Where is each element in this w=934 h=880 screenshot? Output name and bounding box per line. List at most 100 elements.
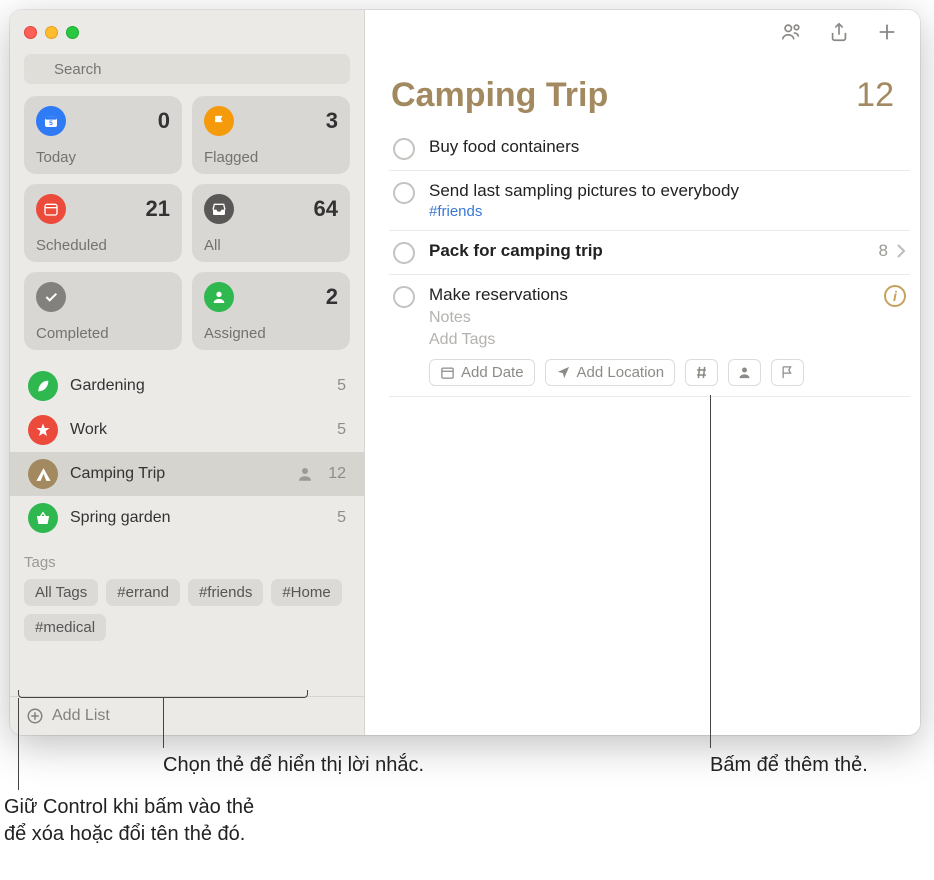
- complete-checkbox[interactable]: [393, 138, 415, 160]
- list-name: Work: [70, 421, 325, 439]
- reminder-title: Make reservations: [429, 285, 870, 305]
- tray-icon: [204, 194, 234, 224]
- complete-checkbox[interactable]: [393, 242, 415, 264]
- tag-all-tags[interactable]: All Tags: [24, 579, 98, 606]
- search-input[interactable]: [24, 54, 350, 84]
- smart-label: Today: [36, 149, 170, 166]
- list-item-camping-trip[interactable]: Camping Trip 12: [10, 452, 364, 496]
- calendar-today-icon: 5: [36, 106, 66, 136]
- add-location-label: Add Location: [577, 364, 665, 381]
- add-date-label: Add Date: [461, 364, 524, 381]
- smart-count: 21: [146, 196, 170, 222]
- hashtag-icon: [694, 365, 709, 380]
- smart-label: Completed: [36, 325, 170, 342]
- share-icon[interactable]: [828, 21, 850, 43]
- reminder-row[interactable]: Send last sampling pictures to everybody…: [389, 171, 910, 231]
- smart-list-completed[interactable]: Completed: [24, 272, 182, 350]
- reminder-row[interactable]: Buy food containers: [389, 127, 910, 171]
- reminder-tag[interactable]: #friends: [429, 203, 906, 220]
- close-window-button[interactable]: [24, 26, 37, 39]
- add-reminder-icon[interactable]: [876, 21, 898, 43]
- callout-ctrl-click: Giữ Control khi bấm vào thẻ để xóa hoặc …: [4, 794, 254, 848]
- list-count: 5: [337, 509, 346, 527]
- reminder-row-editing[interactable]: Make reservations Notes Add Tags Add Dat…: [389, 275, 910, 397]
- smart-count: 2: [326, 284, 338, 310]
- toolbar: [365, 10, 920, 54]
- add-list-label: Add List: [52, 707, 110, 725]
- list-item-work[interactable]: Work 5: [10, 408, 364, 452]
- assign-person-button[interactable]: [728, 359, 761, 386]
- smart-label: Scheduled: [36, 237, 170, 254]
- smart-count: 64: [314, 196, 338, 222]
- plus-circle-icon: [26, 707, 44, 725]
- list-count: 12: [328, 465, 346, 483]
- smart-label: Flagged: [204, 149, 338, 166]
- tag-home[interactable]: #Home: [271, 579, 341, 606]
- calendar-small-icon: [440, 365, 455, 380]
- list-name: Gardening: [70, 377, 325, 395]
- list-name: Spring garden: [70, 509, 325, 527]
- location-arrow-icon: [556, 365, 571, 380]
- add-location-button[interactable]: Add Location: [545, 359, 676, 386]
- tags-section: Tags All Tags #errand #friends #Home #me…: [10, 540, 364, 647]
- flag-icon: [204, 106, 234, 136]
- callout-select-tag: Chọn thẻ để hiển thị lời nhắc.: [163, 752, 424, 779]
- list-count: 5: [337, 377, 346, 395]
- minimize-window-button[interactable]: [45, 26, 58, 39]
- smart-list-assigned[interactable]: 2 Assigned: [192, 272, 350, 350]
- person-small-icon: [737, 365, 752, 380]
- list-item-gardening[interactable]: Gardening 5: [10, 364, 364, 408]
- list-title: Camping Trip: [391, 76, 608, 115]
- smart-label: All: [204, 237, 338, 254]
- main-panel: Camping Trip 12 Buy food containers Send…: [365, 10, 920, 735]
- checkmark-icon: [36, 282, 66, 312]
- list-item-spring-garden[interactable]: Spring garden 5: [10, 496, 364, 540]
- list-count: 5: [337, 421, 346, 439]
- window-controls: [24, 26, 79, 39]
- complete-checkbox[interactable]: [393, 182, 415, 204]
- fullscreen-window-button[interactable]: [66, 26, 79, 39]
- subtask-count: 8: [879, 241, 888, 261]
- star-icon: [28, 415, 58, 445]
- leaf-icon: [28, 371, 58, 401]
- reminders-list: Buy food containers Send last sampling p…: [365, 127, 920, 397]
- lists-container: Gardening 5 Work 5 Camping Trip 12: [10, 360, 364, 696]
- basket-icon: [28, 503, 58, 533]
- subtask-count-group: 8: [879, 241, 906, 261]
- add-date-button[interactable]: Add Date: [429, 359, 535, 386]
- add-list-button[interactable]: Add List: [10, 696, 364, 735]
- smart-lists-grid: 5 0 Today 3 Flagged: [10, 96, 364, 360]
- notes-placeholder[interactable]: Notes: [429, 309, 870, 327]
- calendar-icon: [36, 194, 66, 224]
- add-tags-placeholder[interactable]: Add Tags: [429, 331, 870, 349]
- callout-line-add-tag: [710, 395, 711, 748]
- tag-friends[interactable]: #friends: [188, 579, 263, 606]
- smart-count: 3: [326, 108, 338, 134]
- smart-list-scheduled[interactable]: 21 Scheduled: [24, 184, 182, 262]
- svg-text:5: 5: [49, 120, 53, 127]
- list-name: Camping Trip: [70, 465, 284, 483]
- add-tag-button[interactable]: [685, 359, 718, 386]
- shared-icon: [296, 465, 314, 483]
- tag-medical[interactable]: #medical: [24, 614, 106, 641]
- flag-button[interactable]: [771, 359, 804, 386]
- person-icon: [204, 282, 234, 312]
- app-window: 5 0 Today 3 Flagged: [10, 10, 920, 735]
- info-icon[interactable]: i: [884, 285, 906, 307]
- chevron-right-icon[interactable]: [896, 243, 906, 259]
- reminder-title: Send last sampling pictures to everybody: [429, 181, 906, 201]
- smart-label: Assigned: [204, 325, 338, 342]
- sidebar: 5 0 Today 3 Flagged: [10, 10, 365, 735]
- reminder-title: Buy food containers: [429, 137, 906, 157]
- smart-list-today[interactable]: 5 0 Today: [24, 96, 182, 174]
- collaborate-icon[interactable]: [780, 21, 802, 43]
- complete-checkbox[interactable]: [393, 286, 415, 308]
- tag-errand[interactable]: #errand: [106, 579, 180, 606]
- quick-actions-row: Add Date Add Location: [429, 359, 870, 386]
- callout-add-tag: Bấm để thêm thẻ.: [710, 752, 868, 779]
- smart-list-flagged[interactable]: 3 Flagged: [192, 96, 350, 174]
- search-container: [10, 54, 364, 96]
- smart-list-all[interactable]: 64 All: [192, 184, 350, 262]
- reminder-row-subtasks[interactable]: Pack for camping trip 8: [389, 231, 910, 275]
- reminder-title: Pack for camping trip: [429, 241, 865, 261]
